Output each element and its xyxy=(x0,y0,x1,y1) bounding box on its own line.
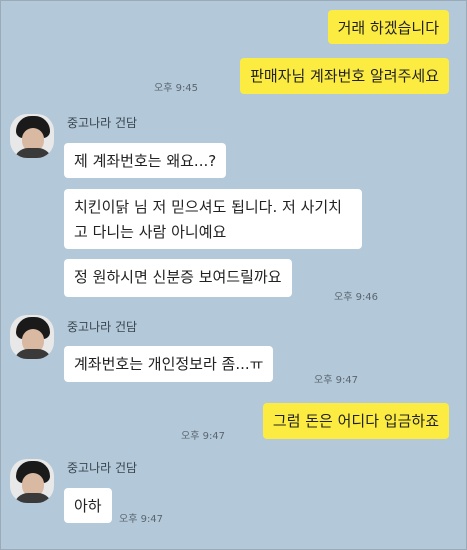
my-message-bubble[interactable]: 거래 하겠습니다 xyxy=(327,10,449,44)
message-timestamp: 오후 9:47 xyxy=(314,375,359,386)
message-text: 치킨이닭 님 저 믿으셔도 됩니다. 저 사기치고 다니는 사람 아니예요 xyxy=(74,198,342,241)
sender-avatar[interactable] xyxy=(10,114,54,158)
avatar-shoulder xyxy=(14,148,52,158)
message-timestamp: 오후 9:47 xyxy=(119,514,164,525)
message-text: 그럼 돈은 어디다 입금하죠 xyxy=(272,412,439,430)
chat-room[interactable]: 거래 하겠습니다 오후 9:45 판매자님 계좌번호 알려주세요 중고나라 건담… xyxy=(0,0,467,550)
message-text: 거래 하겠습니다 xyxy=(337,19,439,37)
message-text: 계좌번호는 개인정보라 좀...ㅠ xyxy=(74,355,264,373)
message-text: 아하 xyxy=(74,497,102,515)
sender-name: 중고나라 건담 xyxy=(67,461,138,475)
their-message-bubble[interactable]: 계좌번호는 개인정보라 좀...ㅠ xyxy=(64,346,274,382)
their-message-bubble[interactable]: 제 계좌번호는 왜요...? xyxy=(64,143,227,178)
my-message-bubble[interactable]: 판매자님 계좌번호 알려주세요 xyxy=(240,58,449,94)
message-text: 제 계좌번호는 왜요...? xyxy=(74,152,217,170)
sender-avatar[interactable] xyxy=(10,315,54,359)
sender-name: 중고나라 건담 xyxy=(67,320,138,334)
my-message-bubble[interactable]: 그럼 돈은 어디다 입금하죠 xyxy=(262,403,449,439)
message-timestamp: 오후 9:47 xyxy=(181,431,226,442)
avatar-shoulder xyxy=(14,349,52,359)
message-text: 판매자님 계좌번호 알려주세요 xyxy=(250,67,439,85)
message-text: 정 원하시면 신분증 보여드릴까요 xyxy=(74,268,282,286)
sender-name: 중고나라 건담 xyxy=(67,116,138,130)
message-timestamp: 오후 9:45 xyxy=(154,83,199,94)
avatar-shoulder xyxy=(14,493,52,503)
their-message-bubble[interactable]: 치킨이닭 님 저 믿으셔도 됩니다. 저 사기치고 다니는 사람 아니예요 xyxy=(64,189,362,249)
message-timestamp: 오후 9:46 xyxy=(334,292,379,303)
their-message-bubble[interactable]: 정 원하시면 신분증 보여드릴까요 xyxy=(64,259,292,297)
their-message-bubble[interactable]: 아하 xyxy=(64,488,112,523)
sender-avatar[interactable] xyxy=(10,459,54,503)
